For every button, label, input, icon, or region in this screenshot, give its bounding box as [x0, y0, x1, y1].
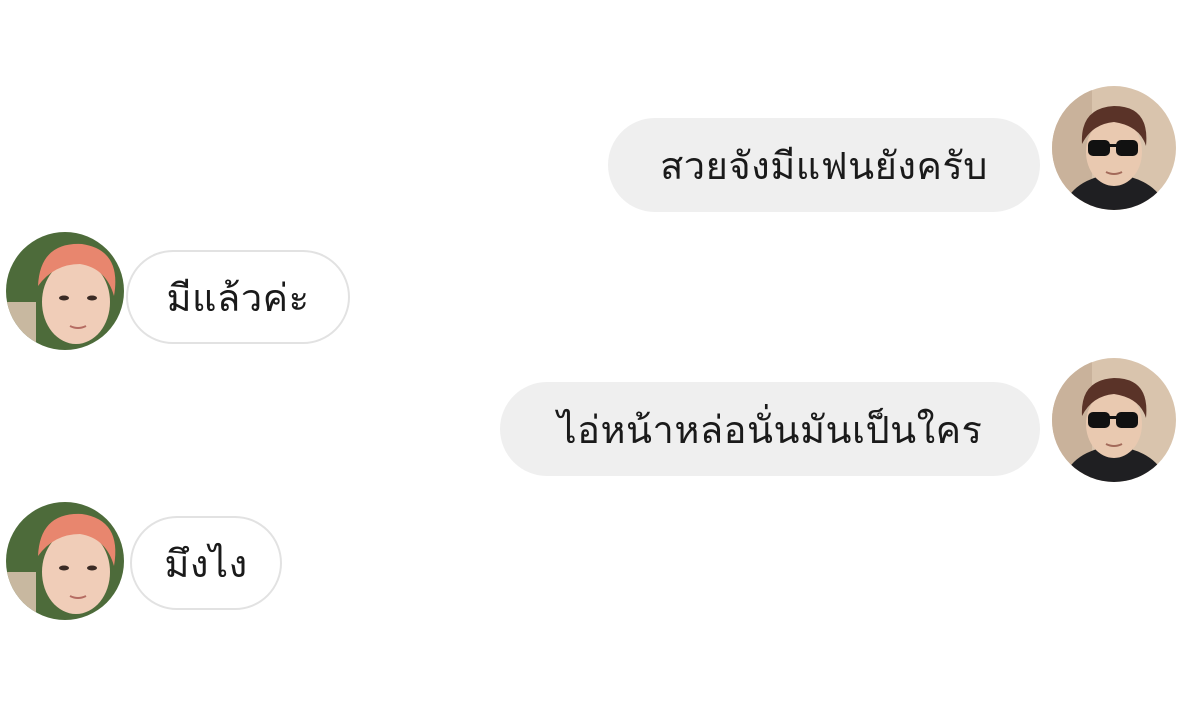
message-text: สวยจังมีแฟนยังครับ [660, 143, 988, 188]
sunglasses-person-icon [1052, 86, 1176, 210]
message-text: มีแล้วค่ะ [166, 275, 310, 320]
sender-avatar[interactable] [1052, 358, 1176, 482]
sender-avatar[interactable] [1052, 86, 1176, 210]
message-bubble-received[interactable]: มึงไง [130, 516, 282, 610]
message-text: ไอ่หน้าหล่อนั่นมันเป็นใคร [557, 407, 983, 452]
sunglasses-person-icon [1052, 358, 1176, 482]
contact-avatar[interactable] [6, 502, 124, 620]
contact-avatar[interactable] [6, 232, 124, 350]
message-bubble-received[interactable]: มีแล้วค่ะ [126, 250, 350, 344]
message-bubble-sent[interactable]: สวยจังมีแฟนยังครับ [608, 118, 1040, 212]
message-bubble-sent[interactable]: ไอ่หน้าหล่อนั่นมันเป็นใคร [500, 382, 1040, 476]
pink-hair-person-icon [6, 502, 124, 620]
message-text: มึงไง [164, 541, 248, 586]
pink-hair-person-icon [6, 232, 124, 350]
